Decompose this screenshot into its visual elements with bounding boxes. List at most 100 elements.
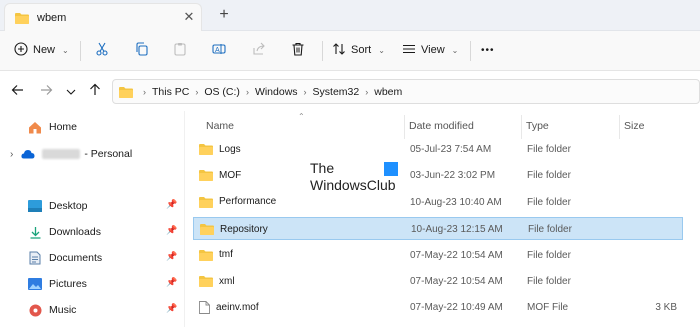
see-more-button[interactable]: ••• xyxy=(481,39,495,61)
file-name: Repository xyxy=(220,223,268,235)
up-button[interactable] xyxy=(87,83,103,99)
type-cell: File folder xyxy=(527,144,571,155)
column-header-name[interactable]: Name xyxy=(206,120,234,132)
column-divider[interactable] xyxy=(619,115,620,139)
svg-text:A: A xyxy=(215,47,220,54)
sidebar-item-onedrive[interactable]: › - Personal xyxy=(10,143,132,165)
folder-icon xyxy=(199,143,213,155)
pin-icon[interactable]: 📌 xyxy=(166,303,177,314)
share-icon xyxy=(252,42,266,59)
downloads-icon xyxy=(28,225,42,239)
column-divider[interactable] xyxy=(404,115,405,139)
divider xyxy=(470,41,471,61)
view-button[interactable]: View ⌄ xyxy=(402,39,458,61)
file-name: Performance xyxy=(219,196,277,208)
type-cell: File folder xyxy=(527,170,571,182)
documents-icon xyxy=(28,251,42,265)
sidebar-item-label: Pictures xyxy=(49,278,87,290)
view-label: View xyxy=(421,44,445,56)
chevron-right-icon: › xyxy=(10,148,14,160)
scissors-icon xyxy=(95,42,109,59)
column-divider[interactable] xyxy=(521,115,522,139)
file-name: Logs xyxy=(219,143,241,155)
back-button[interactable] xyxy=(9,83,25,99)
type-cell: File folder xyxy=(527,196,571,208)
file-name: aeinv.mof xyxy=(216,302,259,314)
sidebar-item-home[interactable]: Home xyxy=(28,116,77,138)
chevron-right-icon: › xyxy=(245,86,249,97)
date-modified-cell: 10-Aug-23 10:40 AM xyxy=(410,196,502,208)
sidebar-item-music[interactable]: Music xyxy=(28,299,76,321)
file-name-cell: aeinv.mof xyxy=(199,301,259,315)
sidebar-item-downloads[interactable]: Downloads xyxy=(28,221,101,243)
breadcrumb-windows[interactable]: Windows xyxy=(255,86,298,98)
file-name: tmf xyxy=(219,249,233,261)
recent-locations-button[interactable] xyxy=(63,83,79,99)
file-name: xml xyxy=(219,275,235,287)
column-header-date[interactable]: Date modified xyxy=(409,120,474,132)
table-row[interactable]: MOF 03-Jun-22 3:02 PM File folder xyxy=(193,164,683,187)
paste-button[interactable] xyxy=(170,40,190,60)
table-row[interactable]: xml 07-May-22 10:54 AM File folder xyxy=(193,270,683,293)
chevron-right-icon: › xyxy=(195,86,199,97)
table-row[interactable]: Logs 05-Jul-23 7:54 AM File folder xyxy=(193,138,683,161)
arrow-right-icon xyxy=(40,83,53,99)
close-icon[interactable]: ✕ xyxy=(181,9,197,25)
tab-strip: wbem ✕ + xyxy=(0,0,700,31)
folder-icon xyxy=(199,275,213,287)
new-tab-button[interactable]: + xyxy=(215,6,233,24)
table-row[interactable]: Performance 10-Aug-23 10:40 AM File folder xyxy=(193,191,683,214)
breadcrumb-this-pc[interactable]: This PC xyxy=(152,86,189,98)
address-bar[interactable]: › This PC › OS (C:) › Windows › System32… xyxy=(112,79,700,104)
sort-button[interactable]: Sort ⌄ xyxy=(332,39,385,61)
cloud-icon xyxy=(21,147,35,161)
divider xyxy=(80,41,81,61)
folder-icon xyxy=(199,196,213,208)
sidebar-item-label: - Personal xyxy=(84,148,133,160)
view-list-icon xyxy=(402,42,416,59)
column-header-size[interactable]: Size xyxy=(624,120,644,132)
type-cell: File folder xyxy=(528,224,572,236)
sidebar-item-documents[interactable]: Documents xyxy=(28,247,102,269)
table-row[interactable]: Repository 10-Aug-23 12:15 AM File folder xyxy=(193,217,683,241)
copy-button[interactable] xyxy=(132,40,152,60)
chevron-down-icon: ⌄ xyxy=(451,45,459,55)
share-button[interactable] xyxy=(249,40,269,60)
type-cell: MOF File xyxy=(527,302,569,314)
sort-label: Sort xyxy=(351,44,372,56)
forward-button[interactable] xyxy=(38,83,54,99)
pin-icon[interactable]: 📌 xyxy=(166,225,177,236)
address-row: › This PC › OS (C:) › Windows › System32… xyxy=(0,71,700,111)
date-modified-cell: 03-Jun-22 3:02 PM xyxy=(410,170,496,182)
delete-button[interactable] xyxy=(288,40,308,60)
navigation-pane: Home › - Personal Desktop 📌 Downloads 📌 … xyxy=(0,111,184,327)
table-row[interactable]: aeinv.mof 07-May-22 10:49 AM MOF File 3 KB xyxy=(193,296,683,319)
folder-icon xyxy=(200,223,214,236)
date-modified-cell: 05-Jul-23 7:54 AM xyxy=(410,144,492,155)
chevron-right-icon: › xyxy=(365,86,369,97)
breadcrumb-system32[interactable]: System32 xyxy=(313,86,360,98)
tab-wbem[interactable]: wbem ✕ xyxy=(4,3,202,31)
sidebar-item-pictures[interactable]: Pictures xyxy=(28,273,87,295)
new-button[interactable]: New ⌄ xyxy=(14,39,69,61)
chevron-down-icon xyxy=(66,83,76,99)
chevron-down-icon: ⌄ xyxy=(378,45,385,55)
sidebar-item-label: Downloads xyxy=(49,226,101,238)
breadcrumb-os-c[interactable]: OS (C:) xyxy=(204,86,240,98)
rename-button[interactable]: A xyxy=(209,40,229,60)
breadcrumb-wbem[interactable]: wbem xyxy=(374,86,402,98)
column-header-type[interactable]: Type xyxy=(526,120,549,132)
folder-icon xyxy=(15,12,29,27)
pin-icon[interactable]: 📌 xyxy=(166,199,177,210)
type-cell: File folder xyxy=(527,276,571,287)
pin-icon[interactable]: 📌 xyxy=(166,251,177,262)
pictures-icon xyxy=(28,277,42,291)
arrow-left-icon xyxy=(11,83,24,99)
sidebar-item-desktop[interactable]: Desktop xyxy=(28,195,88,217)
file-name-cell: MOF xyxy=(199,169,241,182)
pin-icon[interactable]: 📌 xyxy=(166,277,177,288)
sort-ascending-icon: ⌃ xyxy=(298,112,305,121)
watermark-line2: WindowsClub xyxy=(310,177,396,193)
cut-button[interactable] xyxy=(92,40,112,60)
table-row[interactable]: tmf 07-May-22 10:54 AM File folder xyxy=(193,244,683,267)
